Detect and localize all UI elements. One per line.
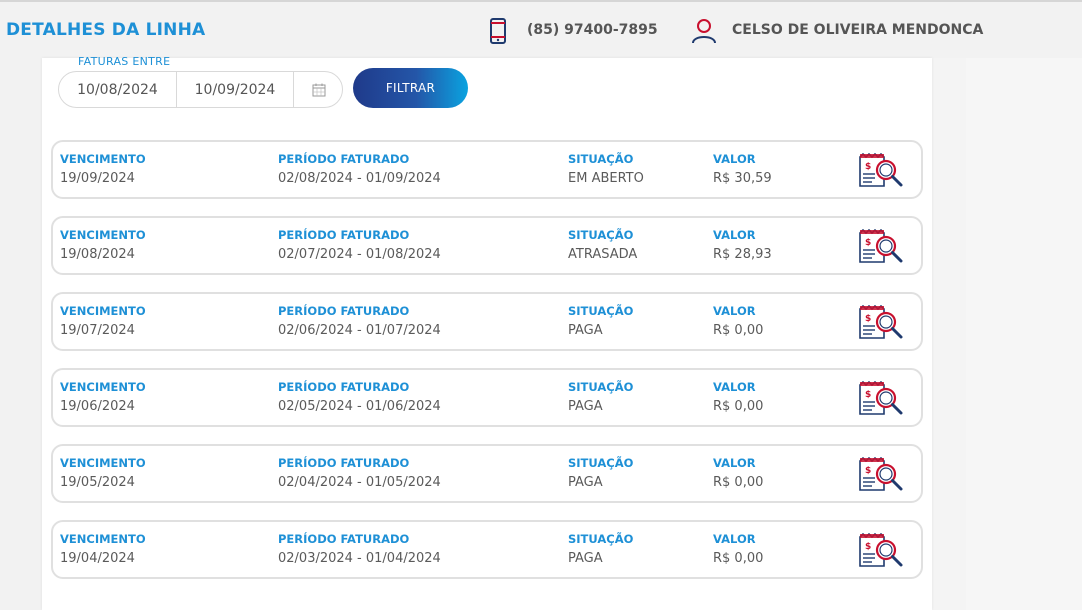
svg-text:$: $ <box>865 238 871 248</box>
date-to-input[interactable] <box>176 72 293 107</box>
status-value: PAGA <box>568 475 603 490</box>
status-value: PAGA <box>568 399 603 414</box>
panel-shadow <box>932 58 966 610</box>
svg-text:$: $ <box>865 162 871 172</box>
svg-text:$: $ <box>865 390 871 400</box>
billing-period-label: PERÍODO FATURADO <box>278 304 410 318</box>
billing-period-label: PERÍODO FATURADO <box>278 532 410 546</box>
invoices-panel: FATURAS ENTRE FILTRAR VENCIMENTO 19/09/2… <box>42 55 932 610</box>
filter-label: FATURAS ENTRE <box>78 55 171 67</box>
status-value: EM ABERTO <box>568 171 644 186</box>
due-date-label: VENCIMENTO <box>60 304 146 318</box>
due-date-value: 19/06/2024 <box>60 399 135 414</box>
status-value: ATRASADA <box>568 247 638 262</box>
invoice-magnifier-icon[interactable]: $ <box>858 533 904 569</box>
billing-period-value: 02/06/2024 - 01/07/2024 <box>278 323 441 338</box>
invoice-card: VENCIMENTO 19/06/2024 PERÍODO FATURADO 0… <box>51 368 923 427</box>
amount-label: VALOR <box>713 532 756 546</box>
status-label: SITUAÇÃO <box>568 380 634 394</box>
due-date-value: 19/05/2024 <box>60 475 135 490</box>
amount-value: R$ 0,00 <box>713 551 764 566</box>
status-label: SITUAÇÃO <box>568 228 634 242</box>
invoice-card: VENCIMENTO 19/07/2024 PERÍODO FATURADO 0… <box>51 292 923 351</box>
amount-label: VALOR <box>713 228 756 242</box>
status-label: SITUAÇÃO <box>568 532 634 546</box>
amount-label: VALOR <box>713 304 756 318</box>
amount-label: VALOR <box>713 152 756 166</box>
amount-value: R$ 0,00 <box>713 323 764 338</box>
billing-period-value: 02/07/2024 - 01/08/2024 <box>278 247 441 262</box>
smartphone-icon <box>490 18 506 44</box>
billing-period-value: 02/05/2024 - 01/06/2024 <box>278 399 441 414</box>
status-value: PAGA <box>568 323 603 338</box>
phone-number: (85) 97400-7895 <box>527 22 658 38</box>
user-icon <box>692 19 716 44</box>
due-date-label: VENCIMENTO <box>60 532 146 546</box>
amount-label: VALOR <box>713 380 756 394</box>
invoice-card: VENCIMENTO 19/04/2024 PERÍODO FATURADO 0… <box>51 520 923 579</box>
due-date-label: VENCIMENTO <box>60 152 146 166</box>
due-date-label: VENCIMENTO <box>60 380 146 394</box>
billing-period-value: 02/04/2024 - 01/05/2024 <box>278 475 441 490</box>
right-margin <box>966 58 1082 610</box>
date-range-picker[interactable] <box>58 71 343 108</box>
invoice-magnifier-icon[interactable]: $ <box>858 381 904 417</box>
calendar-button[interactable] <box>293 72 343 107</box>
user-name: CELSO DE OLIVEIRA MENDONCA <box>732 22 984 38</box>
due-date-label: VENCIMENTO <box>60 228 146 242</box>
billing-period-label: PERÍODO FATURADO <box>278 380 410 394</box>
billing-period-value: 02/03/2024 - 01/04/2024 <box>278 551 441 566</box>
calendar-icon <box>312 83 325 96</box>
invoice-magnifier-icon[interactable]: $ <box>858 229 904 265</box>
filter-button[interactable]: FILTRAR <box>353 68 468 108</box>
billing-period-value: 02/08/2024 - 01/09/2024 <box>278 171 441 186</box>
billing-period-label: PERÍODO FATURADO <box>278 228 410 242</box>
invoice-card: VENCIMENTO 19/09/2024 PERÍODO FATURADO 0… <box>51 140 923 199</box>
due-date-value: 19/04/2024 <box>60 551 135 566</box>
amount-label: VALOR <box>713 456 756 470</box>
amount-value: R$ 28,93 <box>713 247 772 262</box>
invoice-magnifier-icon[interactable]: $ <box>858 153 904 189</box>
page-title: DETALHES DA LINHA <box>6 20 206 40</box>
top-header: DETALHES DA LINHA (85) 97400-7895 CELSO … <box>0 0 1082 58</box>
due-date-value: 19/07/2024 <box>60 323 135 338</box>
due-date-value: 19/08/2024 <box>60 247 135 262</box>
date-from-input[interactable] <box>59 72 176 107</box>
billing-period-label: PERÍODO FATURADO <box>278 152 410 166</box>
invoice-card: VENCIMENTO 19/08/2024 PERÍODO FATURADO 0… <box>51 216 923 275</box>
status-label: SITUAÇÃO <box>568 456 634 470</box>
due-date-label: VENCIMENTO <box>60 456 146 470</box>
svg-text:$: $ <box>865 466 871 476</box>
status-value: PAGA <box>568 551 603 566</box>
left-margin <box>0 58 42 610</box>
status-label: SITUAÇÃO <box>568 304 634 318</box>
invoice-card: VENCIMENTO 19/05/2024 PERÍODO FATURADO 0… <box>51 444 923 503</box>
amount-value: R$ 30,59 <box>713 171 772 186</box>
svg-text:$: $ <box>865 314 871 324</box>
invoice-magnifier-icon[interactable]: $ <box>858 305 904 341</box>
status-label: SITUAÇÃO <box>568 152 634 166</box>
invoice-magnifier-icon[interactable]: $ <box>858 457 904 493</box>
billing-period-label: PERÍODO FATURADO <box>278 456 410 470</box>
amount-value: R$ 0,00 <box>713 399 764 414</box>
svg-text:$: $ <box>865 542 871 552</box>
amount-value: R$ 0,00 <box>713 475 764 490</box>
due-date-value: 19/09/2024 <box>60 171 135 186</box>
